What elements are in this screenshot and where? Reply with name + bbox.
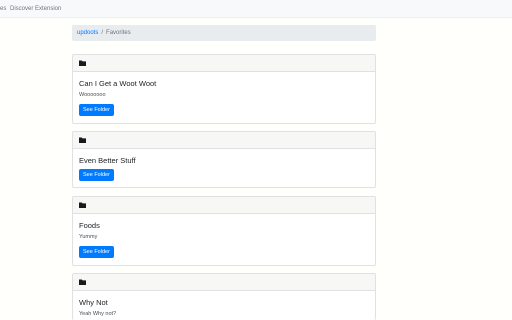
folder-card: Foods Yummy See Folder <box>72 196 376 266</box>
breadcrumb-home-link[interactable]: updoots <box>77 30 98 36</box>
see-folder-button[interactable]: See Folder <box>79 169 114 181</box>
see-folder-button[interactable]: See Folder <box>79 246 114 258</box>
folder-description: Yummy <box>79 234 98 240</box>
folder-card: Can I Get a Woot Woot Wooooooo See Folde… <box>72 54 376 124</box>
nav-link-discover[interactable]: Discover <box>10 5 33 13</box>
folder-card: Why Not Yeah Why not? <box>72 273 376 320</box>
nav-link-partial[interactable]: es <box>0 5 6 13</box>
folder-card: Even Better Stuff See Folder <box>72 131 376 188</box>
folder-title: Can I Get a Woot Woot <box>79 79 157 88</box>
card-header <box>73 132 375 149</box>
card-header <box>73 197 375 214</box>
see-folder-button[interactable]: See Folder <box>79 104 114 116</box>
folder-icon <box>79 279 86 285</box>
card-header <box>73 274 375 291</box>
folder-icon <box>79 202 86 208</box>
breadcrumb: updoots / Favorites <box>72 25 376 41</box>
top-navbar: es Discover Extension <box>0 0 512 18</box>
folder-title: Foods <box>79 221 100 230</box>
folder-icon <box>79 60 86 66</box>
nav-link-extension[interactable]: Extension <box>35 5 61 13</box>
breadcrumb-separator: / <box>101 30 104 36</box>
folder-icon <box>79 137 86 143</box>
breadcrumb-current: Favorites <box>106 30 131 36</box>
folder-description: Yeah Why not? <box>79 311 117 317</box>
folder-description: Wooooooo <box>79 92 106 98</box>
folder-title: Why Not <box>79 298 108 307</box>
folder-title: Even Better Stuff <box>79 156 136 165</box>
card-header <box>73 55 375 72</box>
